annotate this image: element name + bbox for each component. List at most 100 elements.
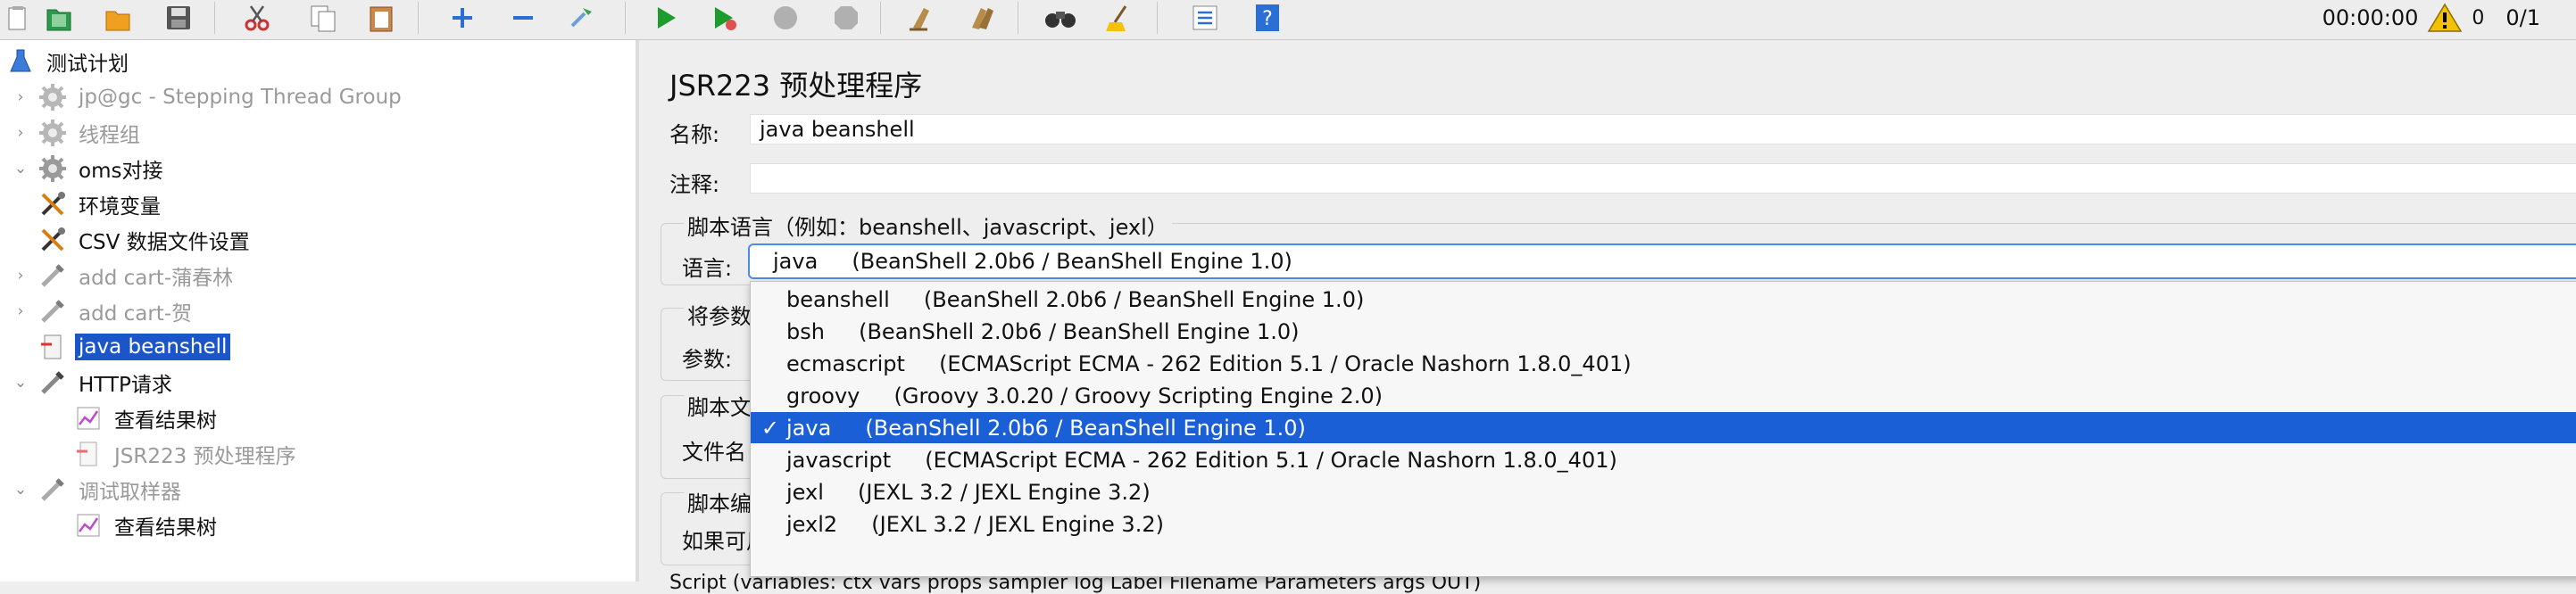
script-file-group-title: 脚本文 [684,390,755,421]
warning-count: 0 [2472,6,2485,29]
gear-icon [37,82,68,112]
pipette-icon [37,367,68,398]
tree-item-label: oms对接 [79,160,163,183]
function-helper-icon[interactable] [1187,0,1223,36]
toolbar-status: 00:00:00 0 0/1 [2323,0,2540,36]
tree-item[interactable]: 测试计划 [5,45,132,78]
tree-item-label: add cart-贺 [79,302,193,326]
comment-label: 注释: [669,172,720,197]
tree-expander-icon[interactable]: › [12,267,29,285]
paste-icon[interactable] [364,0,400,36]
tree-item[interactable]: 查看结果树 [48,402,220,434]
warning-icon[interactable] [2427,3,2463,33]
pipette-icon [37,474,68,505]
parameters-label: 参数: [682,347,733,372]
tree-item-label: CSV 数据文件设置 [79,231,250,254]
flask-icon [5,46,36,77]
tree-item-label: java beanshell [75,334,231,360]
tree-item[interactable]: › jp@gc - Stepping Thread Group [12,81,405,113]
clear-all-icon[interactable] [964,0,1000,36]
tree-item[interactable]: › 线程组 [12,117,144,149]
start-no-pause-icon[interactable] [707,0,743,36]
chart-icon [73,403,104,433]
tree-item-label: 环境变量 [79,195,161,219]
tree-item-label: 线程组 [79,124,140,147]
tree-item[interactable]: JSR223 预处理程序 [48,438,300,470]
language-option-label: jexl (JEXL 3.2 / JEXL Engine 3.2) [786,479,1151,505]
stop-icon[interactable] [768,0,803,36]
save-disk-icon[interactable] [161,0,196,36]
tree-item[interactable]: › add cart-贺 [12,295,195,327]
language-dropdown-list: beanshell (BeanShell 2.0b6 / BeanShell E… [750,281,2576,577]
tree-item-label: 测试计划 [46,53,129,76]
toolbar: ? 00:00:00 0 0/1 [0,0,2576,40]
language-option[interactable]: beanshell (BeanShell 2.0b6 / BeanShell E… [751,284,2576,315]
tree-item-label: 查看结果树 [114,409,217,433]
clear-icon[interactable] [903,0,939,36]
tree-expander-icon[interactable]: › [12,302,29,320]
tree-item-label: JSR223 预处理程序 [114,445,296,468]
tree-item[interactable]: › add cart-蒲春林 [12,260,237,292]
active-threads: 0/1 [2505,5,2540,30]
tools-icon [37,225,68,255]
search-icon[interactable] [1043,0,1078,36]
help-icon[interactable]: ? [1250,0,1285,36]
name-field[interactable]: java beanshell [750,114,2576,144]
collapse-icon[interactable] [505,0,541,36]
name-label: 名称: [669,122,720,147]
pipette-icon [37,296,68,326]
language-option[interactable]: ecmascript (ECMAScript ECMA - 262 Editio… [751,348,2576,379]
language-option[interactable]: jexl (JEXL 3.2 / JEXL Engine 3.2) [751,476,2576,507]
gear-icon [37,118,68,148]
language-option-label: jexl2 (JEXL 3.2 / JEXL Engine 3.2) [786,511,1164,537]
language-select[interactable]: java (BeanShell 2.0b6 / BeanShell Engine… [748,243,2576,279]
tree-item-label: 查看结果树 [114,516,217,540]
copy-icon[interactable] [305,0,341,36]
tree-item[interactable]: ⌄ 调试取样器 [12,474,185,506]
language-selected-value: java (BeanShell 2.0b6 / BeanShell Engine… [773,249,1292,274]
file-name-label: 文件名 [682,440,746,465]
tree-expander-icon[interactable]: › [12,124,29,142]
shutdown-icon[interactable] [828,0,864,36]
tree-item[interactable]: ⌄ HTTP请求 [12,367,176,399]
parameters-group-title: 将参数 [684,299,755,330]
save-icon[interactable] [100,0,136,36]
tree-item-label: add cart-蒲春林 [79,267,234,290]
open-icon[interactable] [41,0,77,36]
language-option-label: groovy (Groovy 3.0.20 / Groovy Scripting… [786,383,1383,408]
cut-icon[interactable] [239,0,275,36]
comment-field[interactable] [750,163,2576,194]
expand-icon[interactable] [445,0,480,36]
name-value: java beanshell [760,117,915,142]
language-option[interactable]: ✓ java (BeanShell 2.0b6 / BeanShell Engin… [751,412,2576,443]
chart-icon [73,510,104,540]
language-option[interactable]: groovy (Groovy 3.0.20 / Groovy Scripting… [751,380,2576,411]
reset-search-icon[interactable] [1101,0,1137,36]
toggle-icon[interactable] [564,0,600,36]
start-icon[interactable] [648,0,684,36]
checkmark-icon: ✓ [760,415,779,441]
language-label: 语言: [682,256,733,281]
compilation-cache-group-title: 脚本编 [684,486,755,517]
tree-expander-icon[interactable]: ⌄ [12,160,29,177]
tree-item[interactable]: 环境变量 [12,188,164,220]
test-plan-tree: 测试计划 › jp@gc - Stepping Thread Group › 线程组 ⌄ o… [0,40,636,582]
tree-item[interactable]: 查看结果树 [48,509,220,541]
page-title: JSR223 预处理程序 [669,69,923,103]
tree-item-label: jp@gc - Stepping Thread Group [79,86,402,109]
tree-item-label: 调试取样器 [79,481,181,504]
language-option[interactable]: jexl2 (JEXL 3.2 / JEXL Engine 3.2) [751,508,2576,540]
tree-expander-icon[interactable]: ⌄ [12,374,29,392]
preprocessor-icon [37,332,68,362]
tree-item[interactable]: CSV 数据文件设置 [12,224,253,256]
language-option[interactable]: bsh (BeanShell 2.0b6 / BeanShell Engine … [751,316,2576,347]
tree-expander-icon[interactable]: › [12,88,29,106]
jsr223-preprocessor-panel: JSR223 预处理程序 名称: java beanshell 注释: 脚本语言… [639,40,2576,594]
language-option[interactable]: javascript (ECMAScript ECMA - 262 Editio… [751,444,2576,475]
pipette-icon [37,260,68,291]
templates-icon[interactable] [0,0,36,36]
tree-item[interactable]: ⌄ oms对接 [12,153,166,185]
tree-expander-icon[interactable]: ⌄ [12,481,29,499]
tree-item[interactable]: java beanshell [12,331,231,363]
gear-icon [37,153,68,184]
